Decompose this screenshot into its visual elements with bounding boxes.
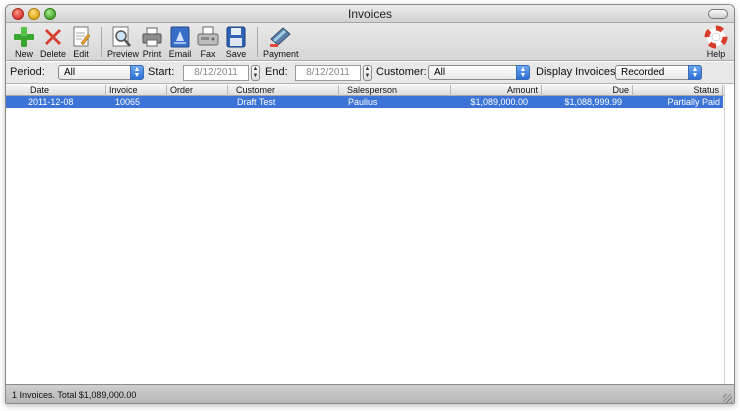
fax-button[interactable]: Fax: [196, 25, 220, 59]
start-date-field[interactable]: 8/12/2011: [183, 65, 249, 81]
filter-bar: Period: All ▲ ▼ Start: 8/12/2011 ▲ ▼ End: …: [6, 62, 734, 84]
select-arrows-icon: ▲ ▼: [516, 65, 530, 80]
cell-order: [167, 96, 228, 108]
cell-salesperson: Paulius: [348, 97, 378, 107]
cell-date: 2011-12-08: [28, 97, 74, 107]
invoice-list: [6, 96, 734, 384]
resize-grip-icon[interactable]: [723, 394, 732, 403]
end-date-stepper[interactable]: ▲ ▼: [363, 65, 372, 81]
start-date-stepper[interactable]: ▲ ▼: [251, 65, 260, 81]
preview-magnifier-icon: [112, 26, 131, 47]
email-icon: [170, 26, 190, 48]
display-invoices-value: Recorded: [621, 67, 665, 78]
delete-button[interactable]: Delete: [39, 25, 67, 59]
invoices-window: Invoices New Delete Edit Preview Print E…: [5, 4, 735, 404]
print-button[interactable]: Print: [140, 25, 164, 59]
fax-icon: [197, 26, 219, 46]
end-date-field[interactable]: 8/12/2011: [295, 65, 361, 81]
period-value: All: [64, 67, 76, 78]
customer-select[interactable]: All ▲ ▼: [428, 65, 530, 80]
customer-label: Customer:: [376, 66, 427, 78]
x-icon: [45, 29, 61, 45]
email-label: Email: [168, 49, 192, 59]
column-header-amount[interactable]: Amount: [451, 85, 542, 96]
column-header-status[interactable]: Status: [633, 85, 723, 96]
column-header-invoice[interactable]: Invoice: [106, 85, 167, 96]
column-header-customer[interactable]: Customer: [228, 85, 339, 96]
fax-label: Fax: [200, 49, 216, 59]
preview-label: Preview: [107, 49, 140, 59]
edit-document-icon: [73, 26, 91, 47]
plus-icon: [14, 27, 34, 47]
new-button[interactable]: New: [10, 25, 38, 59]
end-label: End:: [265, 66, 288, 78]
lifebuoy-icon: [704, 25, 728, 49]
edit-label: Edit: [73, 49, 89, 59]
help-button[interactable]: Help: [703, 25, 729, 59]
delete-label: Delete: [39, 49, 66, 59]
cell-customer: Draft Test: [237, 97, 276, 107]
window-title: Invoices: [347, 7, 393, 21]
period-label: Period:: [10, 66, 45, 78]
save-label: Save: [225, 49, 247, 59]
display-invoices-label: Display Invoices:: [536, 66, 619, 78]
floppy-disk-icon: [226, 26, 246, 48]
title-bar: Invoices: [6, 5, 734, 23]
card-payment-icon: [270, 27, 291, 47]
cell-invoice: 10065: [115, 97, 141, 107]
payment-label: Payment: [263, 49, 299, 59]
payment-button[interactable]: Payment: [263, 25, 299, 59]
cell-due: $1,088,999.99: [564, 97, 622, 107]
new-label: New: [14, 49, 33, 59]
select-arrows-icon: ▲ ▼: [130, 65, 144, 80]
save-button[interactable]: Save: [224, 25, 248, 59]
toolbar-toggle-button[interactable]: [708, 9, 728, 19]
table-header: Date Invoice Order Customer Salesperson …: [6, 85, 734, 96]
table-row[interactable]: 2011-12-08 10065 Draft Test Paulius $1,0…: [6, 96, 723, 108]
help-label: Help: [706, 49, 726, 59]
edit-button[interactable]: Edit: [69, 25, 93, 59]
toolbar-separator: [257, 27, 258, 57]
print-label: Print: [142, 49, 162, 59]
cell-status: Partially Paid: [667, 97, 720, 107]
vertical-scrollbar[interactable]: [724, 85, 734, 384]
status-summary: 1 Invoices. Total $1,089,000.00: [12, 390, 137, 400]
toolbar-separator: [101, 27, 102, 57]
column-header-salesperson[interactable]: Salesperson: [339, 85, 451, 96]
period-select[interactable]: All ▲ ▼: [58, 65, 144, 80]
customer-value: All: [434, 67, 446, 78]
select-arrows-icon: ▲ ▼: [688, 65, 702, 80]
start-label: Start:: [148, 66, 175, 78]
status-bar: 1 Invoices. Total $1,089,000.00: [6, 384, 734, 403]
column-header-date[interactable]: Date: [6, 85, 106, 96]
display-invoices-select[interactable]: Recorded ▲ ▼: [615, 65, 702, 80]
preview-button[interactable]: Preview: [107, 25, 140, 59]
column-header-due[interactable]: Due: [542, 85, 633, 96]
toolbar: New Delete Edit Preview Print Email Fax …: [6, 23, 734, 61]
cell-amount: $1,089,000.00: [470, 97, 528, 107]
email-button[interactable]: Email: [168, 25, 192, 59]
printer-icon: [142, 27, 162, 47]
column-header-order[interactable]: Order: [167, 85, 228, 96]
